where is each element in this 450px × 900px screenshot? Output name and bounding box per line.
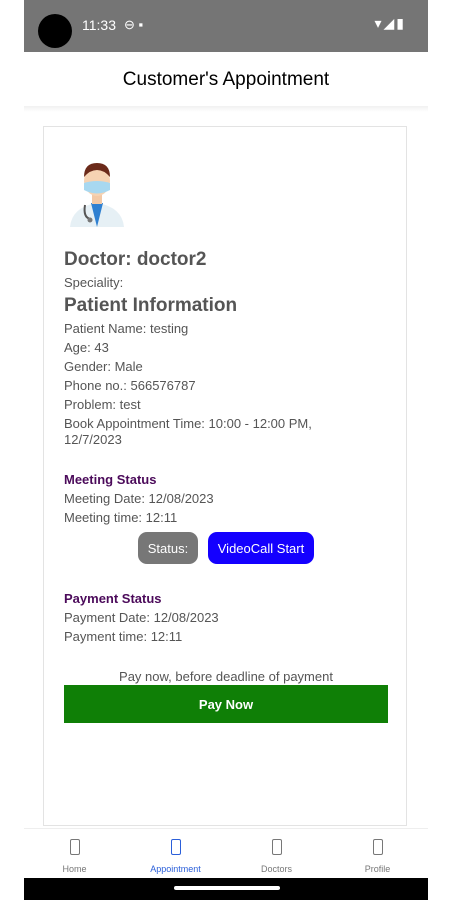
appointment-icon xyxy=(170,839,181,855)
signal-battery-icon: ▾◢▮ xyxy=(374,15,406,31)
system-nav-bar xyxy=(24,878,428,900)
patient-info-title: Patient Information xyxy=(64,295,238,316)
nav-item-home[interactable]: Home xyxy=(24,829,125,878)
nav-label-home: Home xyxy=(62,864,87,874)
book-appointment-date: 12/7/2023 xyxy=(64,432,122,447)
nav-label-doctors: Doctors xyxy=(260,864,292,874)
patient-age: Age: 43 xyxy=(64,340,109,355)
speciality: Speciality: xyxy=(64,275,124,290)
nav-item-appointment[interactable]: Appointment xyxy=(125,829,226,878)
patient-problem: Problem: test xyxy=(64,397,141,412)
bottom-navigation: Home Appointment Doctors Profile xyxy=(24,828,428,878)
nav-label-appointment: Appointment xyxy=(150,864,201,874)
camera-cutout xyxy=(38,14,72,48)
payment-deadline-note: Pay now, before deadline of payment xyxy=(119,669,333,684)
profile-icon xyxy=(372,839,383,855)
book-appointment-time: Book Appointment Time: 10:00 - 12:00 PM, xyxy=(64,416,312,431)
patient-name: Patient Name: testing xyxy=(64,321,189,336)
patient-gender: Gender: Male xyxy=(64,359,143,374)
app-bar: Customer's Appointment xyxy=(24,52,428,108)
meeting-time: Meeting time: 12:11 xyxy=(64,510,178,525)
page-title: Customer's Appointment xyxy=(122,69,330,90)
doctor-name: Doctor: doctor2 xyxy=(64,249,207,270)
status-time: 11:33 xyxy=(82,17,116,33)
payment-date: Payment Date: 12/08/2023 xyxy=(64,610,219,625)
payment-status-title: Payment Status xyxy=(64,591,162,606)
videocall-start-button[interactable]: VideoCall Start xyxy=(208,532,314,564)
app-bar-shadow xyxy=(24,106,428,112)
meeting-status-title: Meeting Status xyxy=(64,472,157,487)
patient-phone: Phone no.: 566576787 xyxy=(64,378,196,393)
meeting-date: Meeting Date: 12/08/2023 xyxy=(64,491,214,506)
screen: 11:33 ⊖ ▪ ▾◢▮ Customer's Appointment Doc… xyxy=(0,0,450,900)
status-button[interactable]: Status: xyxy=(138,532,198,564)
doctor-avatar-icon xyxy=(70,163,124,227)
appointment-card: Doctor: doctor2 Speciality: Patient Info… xyxy=(43,126,407,826)
home-gesture-handle[interactable] xyxy=(174,886,280,890)
status-bar: 11:33 ⊖ ▪ ▾◢▮ xyxy=(24,0,428,52)
payment-time: Payment time: 12:11 xyxy=(64,629,183,644)
nav-item-profile[interactable]: Profile xyxy=(327,829,428,878)
doctors-icon xyxy=(271,839,282,855)
nav-label-profile: Profile xyxy=(364,864,391,874)
pay-now-button[interactable]: Pay Now xyxy=(64,685,388,723)
nav-item-doctors[interactable]: Doctors xyxy=(226,829,327,878)
home-icon xyxy=(69,839,80,855)
notification-icons: ⊖ ▪ xyxy=(124,17,144,32)
